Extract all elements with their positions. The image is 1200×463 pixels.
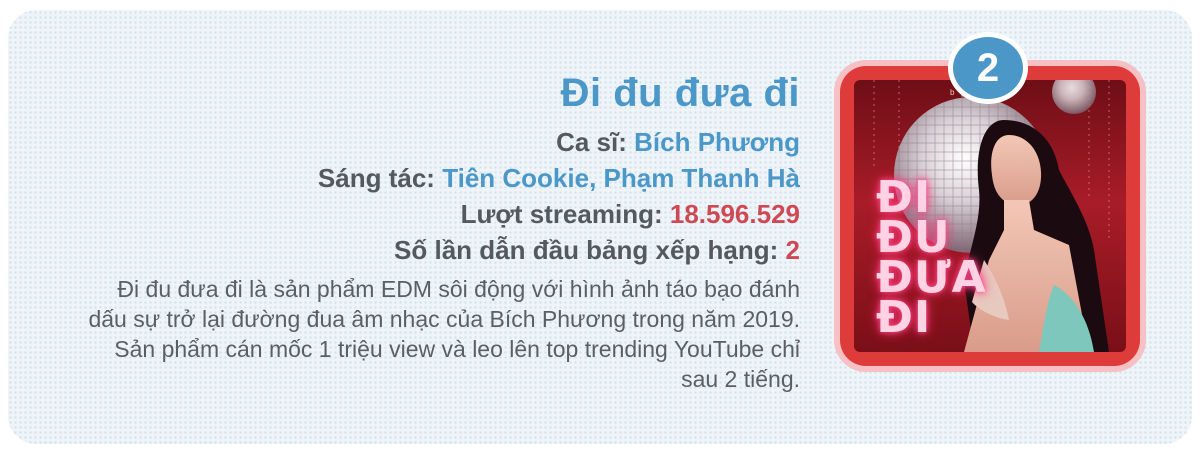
album-cover-frame: b g ĐI ĐU ĐƯA ĐI xyxy=(840,66,1140,366)
streams-value: 18.596.529 xyxy=(669,199,800,229)
song-info: Đi đu đưa đi Ca sĩ: Bích Phương Sáng tác… xyxy=(80,68,800,394)
composer-label: Sáng tác: xyxy=(317,163,435,193)
composer-row: Sáng tác: Tiên Cookie, Phạm Thanh Hà xyxy=(80,160,800,196)
chart-count-label: Số lần dẫn đầu bảng xếp hạng: xyxy=(394,235,779,265)
composer-value: Tiên Cookie, Phạm Thanh Hà xyxy=(442,163,800,193)
singer-value: Bích Phương xyxy=(634,127,800,157)
rank-badge: 2 xyxy=(948,32,1028,104)
song-title: Đi đu đưa đi xyxy=(560,71,800,115)
chart-count-value: 2 xyxy=(785,235,800,265)
album-cover: b g ĐI ĐU ĐƯA ĐI xyxy=(854,80,1126,352)
singer-label: Ca sĩ: xyxy=(556,127,627,157)
streams-row: Lượt streaming: 18.596.529 xyxy=(80,196,800,232)
streams-label: Lượt streaming: xyxy=(460,199,663,229)
song-description: Đi đu đưa đi là sản phẩm EDM sôi động vớ… xyxy=(88,276,800,392)
chart-count-row: Số lần dẫn đầu bảng xếp hạng: 2 xyxy=(80,232,800,268)
singer-row: Ca sĩ: Bích Phương xyxy=(80,124,800,160)
cover-line: ĐI xyxy=(876,292,932,343)
cover-neon-title: ĐI ĐU ĐƯA ĐI xyxy=(876,176,1026,343)
